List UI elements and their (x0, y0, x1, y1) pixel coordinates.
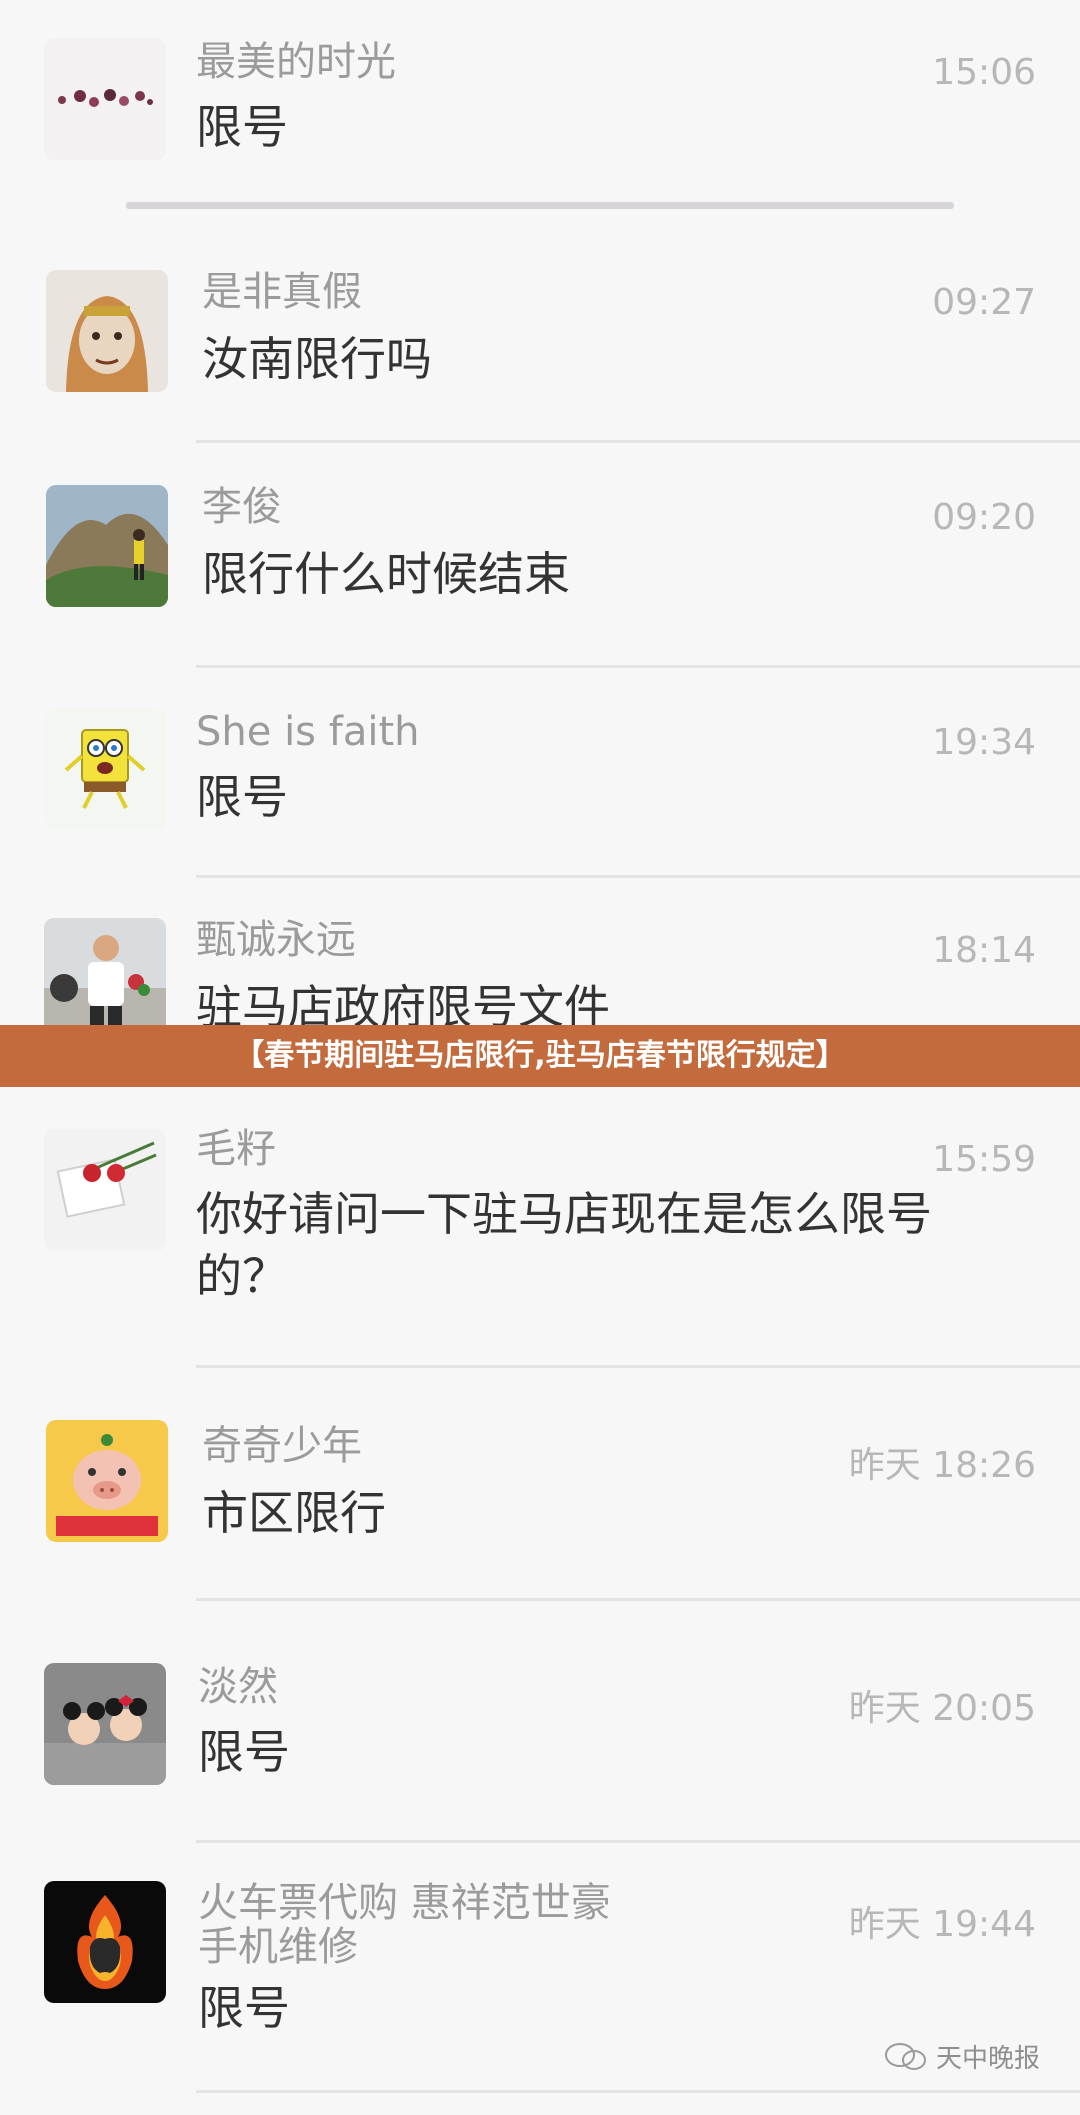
headline-banner: 【春节期间驻马店限行,驻马店春节限行规定】 (0, 1025, 1080, 1087)
flaming-apple-avatar[interactable] (44, 1881, 166, 2003)
last-message: 限号 (196, 770, 288, 824)
mickey-minnie-avatar[interactable] (44, 1663, 166, 1785)
mountain-photo-avatar[interactable] (46, 485, 168, 607)
row-divider (196, 1365, 1080, 1368)
chat-row[interactable]: She is faith 限号 19:34 (0, 670, 1080, 875)
last-message: 驻马店政府限号文件 (196, 980, 610, 1025)
row-divider (196, 1840, 1080, 1843)
chat-row[interactable]: 毛籽 你好请问一下驻马店现在是怎么限号的？ 15:59 (0, 1087, 1080, 1365)
contact-name: 最美的时光 (196, 39, 396, 85)
last-message: 市区限行 (202, 1486, 386, 1540)
contact-name: 甄诚永远 (196, 917, 356, 963)
contact-name: 李俊 (202, 484, 282, 530)
row-divider (196, 1598, 1080, 1601)
wechat-icon (884, 2042, 926, 2070)
chat-row[interactable]: 甄诚永远 驻马店政府限号文件 18:14 (0, 880, 1080, 1025)
chat-row[interactable]: 奇奇少年 市区限行 昨天 18:26 (0, 1370, 1080, 1598)
message-time: 昨天 20:05 (848, 1688, 1036, 1729)
last-message: 限号 (198, 1981, 290, 2035)
monkey-king-avatar[interactable] (46, 270, 168, 392)
chat-row[interactable]: 李俊 限行什么时候结束 09:20 (0, 445, 1080, 665)
last-message: 汝南限行吗 (202, 332, 432, 386)
message-time: 昨天 19:44 (848, 1904, 1036, 1945)
contact-name: She is faith (196, 709, 420, 755)
contact-name: 是非真假 (202, 269, 362, 315)
red-carnations-avatar[interactable] (44, 1129, 166, 1251)
message-time: 19:34 (932, 722, 1036, 763)
message-time: 15:59 (932, 1139, 1036, 1180)
message-time: 15:06 (932, 52, 1036, 93)
man-with-flowers-avatar[interactable] (44, 918, 166, 1025)
dried-flowers-avatar[interactable] (44, 38, 166, 160)
row-divider (196, 875, 1080, 878)
last-message: 限行什么时候结束 (202, 547, 570, 601)
message-time: 09:27 (932, 282, 1036, 323)
message-time: 18:14 (932, 930, 1036, 971)
message-time: 昨天 18:26 (848, 1445, 1036, 1486)
contact-name: 毛籽 (196, 1126, 276, 1172)
contact-name: 淡然 (198, 1664, 278, 1710)
piggy-avatar[interactable] (46, 1420, 168, 1542)
last-message: 你好请问一下驻马店现在是怎么限号的？ (196, 1187, 932, 1303)
last-message: 限号 (198, 1725, 290, 1779)
message-time: 09:20 (932, 497, 1036, 538)
contact-name: 火车票代购 惠祥范世豪 手机维修 (198, 1880, 611, 1970)
chat-row[interactable]: 最美的时光 限号 15:06 (0, 0, 1080, 215)
chat-row[interactable]: 是非真假 汝南限行吗 09:27 (0, 230, 1080, 440)
scroll-indicator (126, 202, 954, 209)
row-divider (196, 440, 1080, 443)
last-message: 限号 (196, 100, 288, 154)
chat-row[interactable]: 淡然 限号 昨天 20:05 (0, 1603, 1080, 1840)
watermark-label: 天中晚报 (935, 2044, 1040, 2074)
row-divider (196, 665, 1080, 668)
row-divider (196, 2090, 1080, 2093)
spongebob-avatar[interactable] (44, 708, 166, 830)
watermark: 天中晚报 (884, 2038, 1040, 2075)
contact-name: 奇奇少年 (202, 1423, 362, 1469)
